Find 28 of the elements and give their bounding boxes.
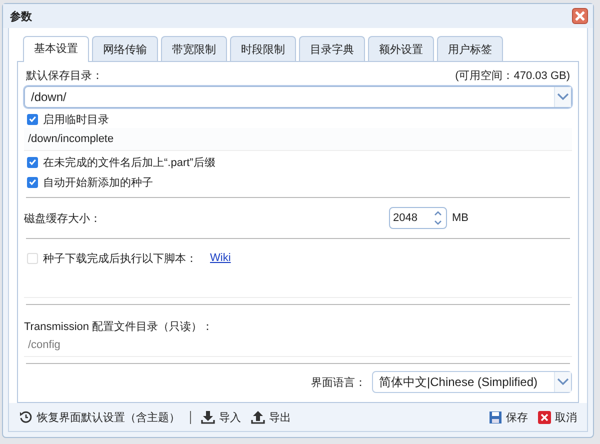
tab[interactable]: 带宽限制 <box>161 36 227 62</box>
tab[interactable]: 额外设置 <box>368 36 434 62</box>
footer-button[interactable]: 保存 <box>489 410 528 424</box>
unit-label: MB <box>451 212 470 224</box>
wiki-link[interactable]: Wiki <box>210 252 231 264</box>
tab[interactable]: 网络传输 <box>92 36 158 62</box>
field-label: 界面语言： <box>311 376 366 390</box>
footer-button[interactable]: 导出 <box>251 410 291 424</box>
checkbox-label: 在未完成的文件名后加上“.part”后缀 <box>43 156 216 170</box>
footer-button[interactable]: 恢复界面默认设置（含主题） <box>19 410 180 424</box>
download-dir-field[interactable]: /down/ <box>24 86 572 108</box>
incomplete-dir-field[interactable]: /down/incomplete <box>24 128 572 151</box>
cache-size-field[interactable]: 2048 <box>389 207 447 229</box>
free-space-text: (可用空间：470.03 GB) <box>455 68 570 83</box>
language-select[interactable]: 简体中文|Chinese (Simplified) <box>372 371 572 393</box>
footer-button[interactable]: 取消 <box>538 410 577 424</box>
footer-button[interactable]: 导入 <box>201 410 241 424</box>
checkbox-label: 启用临时目录 <box>43 112 109 126</box>
tab[interactable]: 用户标签 <box>437 36 503 62</box>
window-title: 参数 <box>10 10 32 24</box>
tab[interactable]: 基本设置 <box>23 36 89 62</box>
checkbox-label: 种子下载完成后执行以下脚本： <box>43 252 197 266</box>
tab[interactable]: 目录字典 <box>299 36 365 62</box>
field-label: Transmission 配置文件目录（只读）： <box>24 320 214 334</box>
field-label: 磁盘缓存大小： <box>24 212 102 226</box>
field-label: 默认保存目录： <box>26 69 103 83</box>
tab[interactable]: 时段限制 <box>230 36 296 62</box>
checkbox-label: 自动开始新添加的种子 <box>43 176 153 190</box>
